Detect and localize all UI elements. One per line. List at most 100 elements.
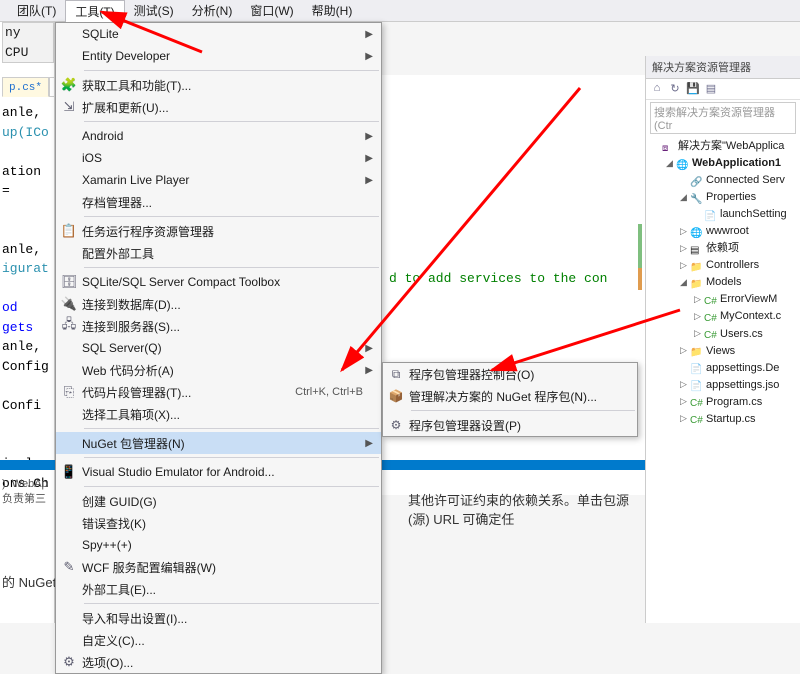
menu-item[interactable]: 🖧连接到服务器(S)... xyxy=(56,315,381,337)
menu-item-label: 配置外部工具 xyxy=(82,245,363,262)
submenu-item[interactable]: ⧉程序包管理器控制台(O) xyxy=(383,363,637,385)
tree-node-label: 解决方案"WebApplica xyxy=(678,138,784,155)
tree-expander-icon[interactable]: ▷ xyxy=(680,242,690,256)
menu-item[interactable]: 存档管理器... xyxy=(56,191,381,213)
menu-window[interactable]: 窗口(W) xyxy=(241,0,302,21)
tree-expander-icon[interactable]: ▷ xyxy=(680,395,690,409)
menu-item[interactable]: 错误查找(K) xyxy=(56,512,381,534)
menu-item[interactable]: Xamarin Live Player▶ xyxy=(56,169,381,191)
menu-item[interactable]: ⚙选项(O)... xyxy=(56,651,381,673)
menu-item[interactable]: ⇲扩展和更新(U)... xyxy=(56,96,381,118)
menu-tools[interactable]: 工具(T) xyxy=(65,0,124,22)
menu-item[interactable]: 📋任务运行程序资源管理器 xyxy=(56,220,381,242)
tree-node[interactable]: ▷📁Controllers xyxy=(648,257,798,274)
tree-node[interactable]: ▷🌐wwwroot xyxy=(648,223,798,240)
tree-node[interactable]: ▷C#Users.cs xyxy=(648,326,798,343)
menu-help[interactable]: 帮助(H) xyxy=(303,0,362,21)
tree-node-icon: 🌐 xyxy=(690,226,704,238)
tree-node[interactable]: ▷📁Views xyxy=(648,343,798,360)
menu-item[interactable]: 🗄SQLite/SQL Server Compact Toolbox xyxy=(56,271,381,293)
menu-separator xyxy=(84,603,379,604)
tree-node[interactable]: ▷📄appsettings.jso xyxy=(648,377,798,394)
menu-item[interactable]: 配置外部工具 xyxy=(56,242,381,264)
tree-expander-icon[interactable]: ▷ xyxy=(694,293,704,307)
tree-expander-icon[interactable]: ▷ xyxy=(680,378,690,392)
tree-node[interactable]: 🔗Connected Serv xyxy=(648,172,798,189)
menu-item-icon: 🖧 xyxy=(56,315,82,337)
menu-item[interactable]: 🔌连接到数据库(D)... xyxy=(56,293,381,315)
tree-expander-icon[interactable]: ▷ xyxy=(680,259,690,273)
sx-tool-showall-icon[interactable]: ▤ xyxy=(704,82,718,96)
menu-item[interactable]: 创建 GUID(G) xyxy=(56,490,381,512)
tree-node[interactable]: ◢🔧Properties xyxy=(648,189,798,206)
tree-node-label: appsettings.jso xyxy=(706,377,779,394)
menu-item[interactable]: 🧩获取工具和功能(T)... xyxy=(56,74,381,96)
menu-item[interactable]: iOS▶ xyxy=(56,147,381,169)
tree-node-icon: C# xyxy=(690,413,704,425)
menu-item-label: 连接到服务器(S)... xyxy=(82,318,363,335)
sx-tool-home-icon[interactable]: ⌂ xyxy=(650,82,664,96)
tree-node[interactable]: ◢📁Models xyxy=(648,274,798,291)
doc-tab-startup[interactable]: p.cs* xyxy=(2,77,49,97)
tree-expander-icon[interactable]: ▷ xyxy=(694,310,704,324)
tree-node[interactable]: ▷▤依赖项 xyxy=(648,240,798,257)
submenu-item[interactable]: ⚙程序包管理器设置(P) xyxy=(383,414,637,436)
menu-item[interactable]: Android▶ xyxy=(56,125,381,147)
menu-item[interactable]: Spy++(+) xyxy=(56,534,381,556)
tree-node[interactable]: ◢🌐WebApplication1 xyxy=(648,155,798,172)
tree-expander-icon[interactable]: ▷ xyxy=(680,225,690,239)
tree-expander-icon[interactable]: ▷ xyxy=(680,344,690,358)
menu-item-label: Web 代码分析(A) xyxy=(82,362,363,379)
menu-item[interactable]: 导入和导出设置(I)... xyxy=(56,607,381,629)
menu-item-icon xyxy=(56,578,82,600)
menu-item[interactable]: Web 代码分析(A)▶ xyxy=(56,359,381,381)
menubar: 团队(T) 工具(T) 测试(S) 分析(N) 窗口(W) 帮助(H) xyxy=(0,0,800,22)
tree-expander-icon[interactable]: ◢ xyxy=(666,157,676,171)
menu-item[interactable]: ⎘代码片段管理器(T)...Ctrl+K, Ctrl+B xyxy=(56,381,381,403)
menu-separator xyxy=(84,121,379,122)
tree-node-label: Users.cs xyxy=(720,326,763,343)
tree-node-label: WebApplication1 xyxy=(692,155,781,172)
tree-node-label: Connected Serv xyxy=(706,172,785,189)
menu-analyze[interactable]: 分析(N) xyxy=(183,0,242,21)
tree-node[interactable]: ▷C#Program.cs xyxy=(648,394,798,411)
code-line: Confi xyxy=(2,396,54,416)
menu-item[interactable]: 自定义(C)... xyxy=(56,629,381,651)
tree-expander-icon[interactable]: ◢ xyxy=(680,276,690,290)
submenu-item[interactable]: 📦管理解决方案的 NuGet 程序包(N)... xyxy=(383,385,637,407)
tree-node-icon: C# xyxy=(704,311,718,323)
tree-node[interactable]: ▷C#MyContext.c xyxy=(648,308,798,325)
tree-node-icon: 📄 xyxy=(690,362,704,374)
menu-item[interactable]: SQL Server(Q)▶ xyxy=(56,337,381,359)
menu-item-label: 导入和导出设置(I)... xyxy=(82,610,363,627)
menu-item-icon xyxy=(56,359,82,381)
menu-item-label: NuGet 包管理器(N) xyxy=(82,435,363,452)
menu-item[interactable]: 📱Visual Studio Emulator for Android... xyxy=(56,461,381,483)
tree-node[interactable]: 📄launchSetting xyxy=(648,206,798,223)
menu-item[interactable]: 选择工具箱项(X)... xyxy=(56,403,381,425)
menu-item-label: 自定义(C)... xyxy=(82,632,363,649)
tree-node[interactable]: 📄appsettings.De xyxy=(648,360,798,377)
menu-item[interactable]: SQLite▶ xyxy=(56,23,381,45)
menu-item-shortcut: Ctrl+K, Ctrl+B xyxy=(289,386,363,398)
tree-node[interactable]: ⧈解决方案"WebApplica xyxy=(648,138,798,155)
menu-item[interactable]: 外部工具(E)... xyxy=(56,578,381,600)
tree-expander-icon[interactable]: ▷ xyxy=(694,327,704,341)
tree-expander-icon[interactable]: ◢ xyxy=(680,191,690,205)
menu-item[interactable]: ✎WCF 服务配置编辑器(W) xyxy=(56,556,381,578)
menu-separator xyxy=(84,70,379,71)
menu-item-label: Xamarin Live Player xyxy=(82,173,363,187)
tree-node[interactable]: ▷C#Startup.cs xyxy=(648,411,798,428)
menu-item[interactable]: NuGet 包管理器(N)▶ xyxy=(56,432,381,454)
menu-item[interactable]: Entity Developer▶ xyxy=(56,45,381,67)
sx-tool-save-icon[interactable]: 💾 xyxy=(686,82,700,96)
solution-explorer-search[interactable]: 搜索解决方案资源管理器(Ctr xyxy=(650,102,796,134)
code-line xyxy=(2,415,54,435)
sx-tool-sync-icon[interactable]: ↻ xyxy=(668,82,682,96)
tree-expander-icon[interactable]: ▷ xyxy=(680,412,690,426)
menu-test[interactable]: 测试(S) xyxy=(125,0,183,21)
tree-node[interactable]: ▷C#ErrorViewM xyxy=(648,291,798,308)
cpu-selector-fragment[interactable]: ny CPU xyxy=(2,22,54,63)
menu-team[interactable]: 团队(T) xyxy=(8,0,65,21)
tree-node-label: 依赖项 xyxy=(706,240,739,257)
